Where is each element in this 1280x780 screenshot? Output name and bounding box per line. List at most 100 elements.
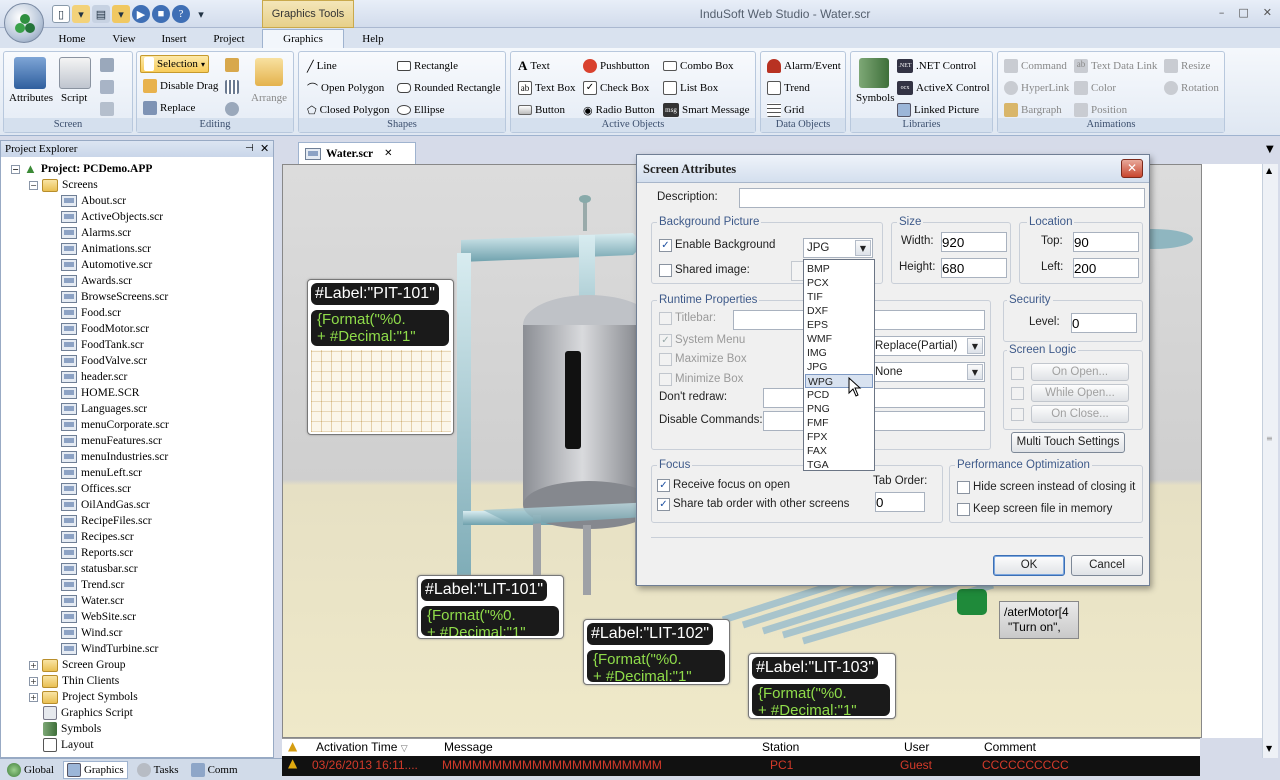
open-polygon-tool[interactable]: ⌒ Open Polygon [307, 79, 384, 97]
alarm-event-tool[interactable]: Alarm/Event [767, 57, 841, 75]
multi-touch-settings-button[interactable]: Multi Touch Settings [1011, 432, 1125, 453]
tree-screen-item[interactable]: FoodValve.scr [61, 353, 147, 369]
chevron-down-icon[interactable]: ▼ [855, 240, 871, 256]
format-option[interactable]: WPG [805, 374, 873, 388]
symbols-icon[interactable] [859, 58, 889, 88]
keep-screen-checkbox[interactable] [957, 503, 970, 516]
resize-animation[interactable]: Resize [1164, 57, 1210, 75]
screen-view-icon[interactable] [100, 102, 114, 116]
tag-box-lit-103[interactable]: #Label:"LIT-103" {Format("%0. + #Decimal:… [748, 653, 896, 719]
tree-screen-item[interactable]: Recipes.scr [61, 529, 134, 545]
tree-project-root[interactable]: − ▲ Project: PCDemo.APP [11, 161, 152, 177]
format-option[interactable]: TGA [805, 458, 873, 472]
tree-screen-item[interactable]: WindTurbine.scr [61, 641, 158, 657]
tab-home[interactable]: Home [52, 30, 92, 48]
receive-focus-checkbox[interactable]: ✓ [657, 479, 670, 492]
text-box-tool[interactable]: ab Text Box [518, 79, 575, 97]
replace-button[interactable]: Replace [143, 99, 195, 117]
attributes-button[interactable]: Attributes [9, 92, 53, 104]
arrange-button[interactable]: Arrange [251, 92, 287, 104]
background-format-select[interactable]: JPG ▼ [803, 238, 873, 258]
format-option[interactable]: FMF [805, 416, 873, 430]
position-animation[interactable]: Position [1074, 101, 1127, 119]
linked-picture-tool[interactable]: Linked Picture [897, 101, 979, 119]
disable-drag-button[interactable]: Disable Drag [143, 77, 218, 95]
tab-tasks[interactable]: Tasks [134, 761, 182, 779]
col-message[interactable]: Message [444, 740, 493, 754]
tab-order-input[interactable] [875, 492, 925, 512]
button-tool[interactable]: Button [518, 101, 565, 119]
hyperlink-animation[interactable]: HyperLink [1004, 79, 1069, 97]
tree-screen-item[interactable]: Automotive.scr [61, 257, 152, 273]
col-activation-time[interactable]: Activation Time ▽ [316, 740, 408, 754]
smart-message-tool[interactable]: msg Smart Message [663, 101, 750, 119]
collapse-icon[interactable]: − [29, 180, 38, 190]
tab-list-chevron-icon[interactable]: ▼ [1266, 144, 1274, 155]
tab-project[interactable]: Project [206, 30, 252, 48]
format-painter-icon[interactable] [225, 58, 239, 72]
pushbutton-tool[interactable]: Pushbutton [583, 57, 650, 75]
folder-icon[interactable]: ▾ [112, 5, 130, 23]
tree-thin-clients[interactable]: + Thin Clients [29, 673, 119, 689]
tab-comm[interactable]: Comm [188, 761, 241, 779]
while-open-button[interactable]: While Open... [1031, 384, 1129, 402]
tab-graphics[interactable]: Graphics [262, 29, 344, 49]
tree-screen-item[interactable]: Languages.scr [61, 401, 147, 417]
scroll-up-icon[interactable]: ▲ [1266, 166, 1272, 175]
left-input[interactable] [1073, 258, 1139, 278]
hide-screen-checkbox[interactable] [957, 481, 970, 494]
height-input[interactable] [941, 258, 1007, 278]
customize-qat-icon[interactable]: ▾ [192, 5, 210, 23]
chevron-down-icon[interactable]: ▼ [967, 338, 983, 354]
attributes-icon[interactable] [14, 57, 46, 89]
expand-icon[interactable]: + [29, 676, 38, 686]
expand-icon[interactable]: + [29, 692, 38, 702]
collapse-icon[interactable]: − [11, 164, 20, 174]
tree-screen-item[interactable]: FoodTank.scr [61, 337, 144, 353]
command-animation[interactable]: Command [1004, 57, 1067, 75]
dialog-close-button[interactable]: ✕ [1121, 159, 1143, 178]
tree-screen-item[interactable]: menuLeft.scr [61, 465, 142, 481]
tree-screen-item[interactable]: Alarms.scr [61, 225, 131, 241]
vertical-scrollbar[interactable]: ▲ ≡ ▼ [1262, 164, 1278, 758]
tab-view[interactable]: View [104, 30, 144, 48]
tree-screen-item[interactable]: Food.scr [61, 305, 121, 321]
rectangle-tool[interactable]: Rectangle [397, 57, 458, 75]
close-button[interactable]: ✕ [1263, 6, 1272, 19]
tree-screen-item[interactable]: FoodMotor.scr [61, 321, 149, 337]
copy-screens-icon[interactable]: ▤ [92, 5, 110, 23]
share-tab-order-checkbox[interactable]: ✓ [657, 498, 670, 511]
help-icon[interactable]: ? [172, 5, 190, 23]
tab-graphics-explorer[interactable]: Graphics [62, 760, 128, 779]
tree-screen-item[interactable]: Trend.scr [61, 577, 124, 593]
scroll-grip-icon[interactable]: ≡ [1266, 434, 1273, 443]
tree-graphics-script[interactable]: Graphics Script [43, 705, 133, 721]
trend-tool[interactable]: Trend [767, 79, 810, 97]
tab-help[interactable]: Help [354, 30, 392, 48]
tree-screen-item[interactable]: Water.scr [61, 593, 124, 609]
col-comment[interactable]: Comment [984, 740, 1036, 754]
width-input[interactable] [941, 232, 1007, 252]
tree-screen-item[interactable]: About.scr [61, 193, 126, 209]
format-option[interactable]: FPX [805, 430, 873, 444]
tab-global[interactable]: Global [4, 761, 57, 779]
open-folder-icon[interactable]: ▾ [72, 5, 90, 23]
minimize-button[interactable]: – [1219, 6, 1225, 19]
pin-icon[interactable]: ⊣ [245, 141, 254, 157]
ellipse-tool[interactable]: Ellipse [397, 101, 445, 119]
text-tool[interactable]: A Text [518, 57, 550, 75]
tree-screen-item[interactable]: Awards.scr [61, 273, 132, 289]
format-option[interactable]: IMG [805, 346, 873, 360]
style-select[interactable]: Replace(Partial) ▼ [871, 336, 985, 356]
closed-polygon-tool[interactable]: ⬠ Closed Polygon [307, 101, 390, 119]
maximize-button[interactable]: □ [1238, 6, 1248, 19]
close-tab-icon[interactable]: ✕ [384, 148, 392, 159]
tree-screen-item[interactable]: Offices.scr [61, 481, 131, 497]
symbols-button[interactable]: Symbols [856, 92, 895, 104]
tree-screen-item[interactable]: menuFeatures.scr [61, 433, 162, 449]
top-input[interactable] [1073, 232, 1139, 252]
shared-image-checkbox[interactable] [659, 264, 672, 277]
tree-screen-item[interactable]: menuCorporate.scr [61, 417, 169, 433]
on-close-button[interactable]: On Close... [1031, 405, 1129, 423]
format-option[interactable]: JPG [805, 360, 873, 374]
